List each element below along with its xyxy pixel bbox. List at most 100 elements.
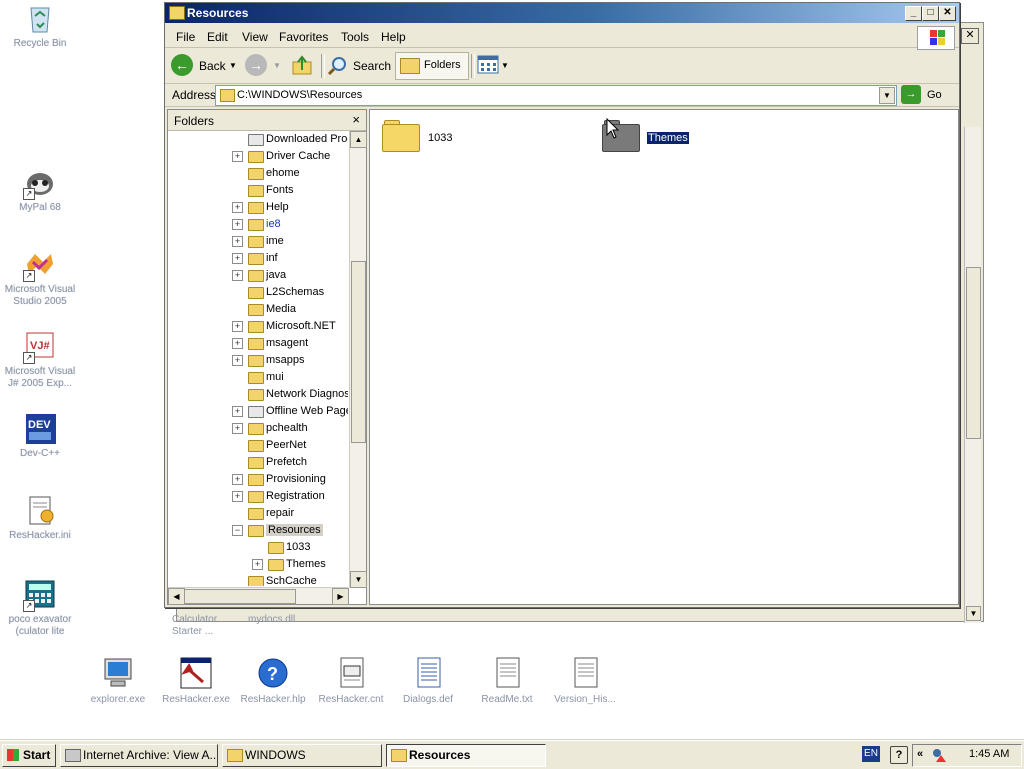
desktop-icon-version-history[interactable]: Version_His... — [545, 656, 625, 705]
tree-item[interactable]: Fonts — [168, 182, 348, 199]
desktop-icon-vjsharp[interactable]: VJ# ↗ Microsoft Visual J# 2005 Exp... — [0, 330, 80, 390]
network-warning-icon[interactable] — [931, 747, 947, 763]
expand-icon[interactable]: + — [232, 270, 243, 281]
desktop-icon-calculator[interactable]: ↗ poco exavator (culator lite — [0, 578, 80, 638]
back-button[interactable]: ← Back ▼ — [171, 54, 237, 78]
expand-icon[interactable]: + — [232, 355, 243, 366]
tree-item[interactable]: + Registration — [168, 488, 348, 505]
address-input[interactable]: C:\WINDOWS\Resources ▼ — [215, 85, 897, 106]
folder-tree[interactable]: Downloaded Prog + Driver Cache ehome Fonts + H… — [168, 131, 348, 586]
tree-item[interactable]: mui — [168, 369, 348, 386]
tree-item[interactable]: SchCache — [168, 573, 348, 586]
scroll-down-icon[interactable]: ▼ — [350, 571, 367, 588]
tree-item[interactable]: Prefetch — [168, 454, 348, 471]
expand-icon[interactable]: + — [232, 236, 243, 247]
tree-item[interactable]: + Microsoft.NET — [168, 318, 348, 335]
scroll-down-icon[interactable]: ▼ — [966, 606, 981, 621]
desktop-icon-reshacker-cnt[interactable]: ResHacker.cnt — [311, 656, 391, 705]
menu-file[interactable]: File — [176, 30, 195, 44]
chevron-down-icon[interactable]: ▼ — [879, 87, 895, 104]
taskbar-button-windows[interactable]: WINDOWS — [222, 744, 382, 767]
menu-help[interactable]: Help — [381, 30, 406, 44]
tree-item[interactable]: + Offline Web Page — [168, 403, 348, 420]
collapse-icon[interactable]: − — [232, 525, 243, 536]
expand-icon[interactable]: + — [252, 559, 263, 570]
tree-vertical-scrollbar[interactable]: ▲ ▼ — [349, 131, 367, 588]
scrollbar-thumb[interactable] — [184, 589, 296, 604]
desktop-icon-reshacker-ini[interactable]: ResHacker.ini — [0, 494, 80, 542]
expand-icon[interactable]: + — [232, 491, 243, 502]
desktop-icon-recycle-bin[interactable]: Recycle Bin — [0, 2, 80, 50]
menu-edit[interactable]: Edit — [207, 30, 228, 44]
up-folder-button[interactable] — [291, 54, 313, 78]
minimize-button[interactable]: _ — [905, 6, 922, 21]
desktop-icon-devcpp[interactable]: DEV Dev-C++ — [0, 412, 80, 460]
close-icon[interactable]: ✕ — [961, 28, 979, 44]
scrollbar-thumb[interactable] — [351, 261, 366, 443]
desktop-icon-reshacker-exe[interactable]: ResHacker.exe — [156, 656, 236, 705]
expand-icon[interactable]: + — [232, 219, 243, 230]
tree-item[interactable]: + Themes — [168, 556, 348, 573]
tree-item[interactable]: + ie8 — [168, 216, 348, 233]
tree-item[interactable]: L2Schemas — [168, 284, 348, 301]
tree-item[interactable]: + pchealth — [168, 420, 348, 437]
desktop-icon-visual-studio[interactable]: ↗ Microsoft Visual Studio 2005 — [0, 248, 80, 308]
chevron-down-icon[interactable]: ▼ — [273, 61, 281, 70]
tree-item[interactable]: + ime — [168, 233, 348, 250]
tree-item[interactable]: ehome — [168, 165, 348, 182]
title-bar[interactable]: Resources _ □ ✕ — [165, 3, 959, 23]
tree-item[interactable]: + inf — [168, 250, 348, 267]
folders-button[interactable]: Folders — [395, 52, 469, 80]
expand-icon[interactable]: + — [232, 321, 243, 332]
desktop-icon-reshacker-hlp[interactable]: ? ResHacker.hlp — [233, 656, 313, 705]
scroll-right-icon[interactable]: ▶ — [332, 588, 349, 605]
scroll-up-icon[interactable]: ▲ — [350, 131, 367, 148]
taskbar-button-internet-archive[interactable]: Internet Archive: View A... — [60, 744, 218, 767]
menu-view[interactable]: View — [242, 30, 268, 44]
views-button[interactable]: ▼ — [477, 54, 511, 78]
tree-item[interactable]: + msapps — [168, 352, 348, 369]
expand-icon[interactable]: + — [232, 253, 243, 264]
tree-item[interactable]: + java — [168, 267, 348, 284]
tree-item[interactable]: PeerNet — [168, 437, 348, 454]
language-indicator[interactable]: EN — [862, 746, 880, 762]
show-hidden-icons-icon[interactable]: « — [917, 748, 923, 760]
tree-item[interactable]: + Driver Cache — [168, 148, 348, 165]
expand-icon[interactable]: + — [232, 423, 243, 434]
scroll-left-icon[interactable]: ◀ — [168, 588, 185, 605]
tree-item[interactable]: + Provisioning — [168, 471, 348, 488]
maximize-button[interactable]: □ — [922, 6, 939, 21]
tree-item[interactable]: + msagent — [168, 335, 348, 352]
tree-item[interactable]: repair — [168, 505, 348, 522]
desktop-icon-explorer-exe[interactable]: explorer.exe — [78, 656, 158, 705]
expand-icon[interactable]: + — [232, 406, 243, 417]
folder-item-1033[interactable] — [382, 120, 420, 152]
help-icon[interactable]: ? — [890, 746, 908, 764]
taskbar-button-resources[interactable]: Resources — [386, 744, 546, 767]
folder-item-label[interactable]: Themes — [646, 131, 690, 145]
explorer-window[interactable]: Resources _ □ ✕ File Edit View Favorites… — [164, 2, 960, 608]
tree-item[interactable]: Downloaded Prog — [168, 131, 348, 148]
desktop-icon-mypal[interactable]: ↗ MyPal 68 — [0, 166, 80, 214]
start-button[interactable]: Start — [2, 744, 56, 767]
search-button[interactable]: Search — [327, 54, 391, 78]
expand-icon[interactable]: + — [232, 151, 243, 162]
tree-item[interactable]: Media — [168, 301, 348, 318]
menu-tools[interactable]: Tools — [341, 30, 369, 44]
close-button[interactable]: ✕ — [939, 6, 956, 21]
tree-item[interactable]: Network Diagnos — [168, 386, 348, 403]
clock[interactable]: 1:45 AM — [969, 748, 1009, 760]
tree-item[interactable]: − Resources — [168, 522, 348, 539]
scrollbar-thumb[interactable] — [966, 267, 981, 439]
folder-item-label[interactable]: 1033 — [428, 132, 452, 144]
background-window-scrollbar[interactable]: ▼ — [964, 127, 981, 623]
tree-horizontal-scrollbar[interactable]: ◀ ▶ — [168, 587, 349, 605]
desktop-icon-dialogs-def[interactable]: Dialogs.def — [388, 656, 468, 705]
content-pane[interactable]: 1033 Themes — [369, 109, 959, 605]
close-icon[interactable]: × — [352, 112, 360, 127]
tree-item[interactable]: + Help — [168, 199, 348, 216]
desktop-icon-readme-txt[interactable]: ReadMe.txt — [467, 656, 547, 705]
forward-button[interactable]: → ▼ — [245, 54, 281, 78]
expand-icon[interactable]: + — [232, 338, 243, 349]
chevron-down-icon[interactable]: ▼ — [229, 61, 237, 70]
